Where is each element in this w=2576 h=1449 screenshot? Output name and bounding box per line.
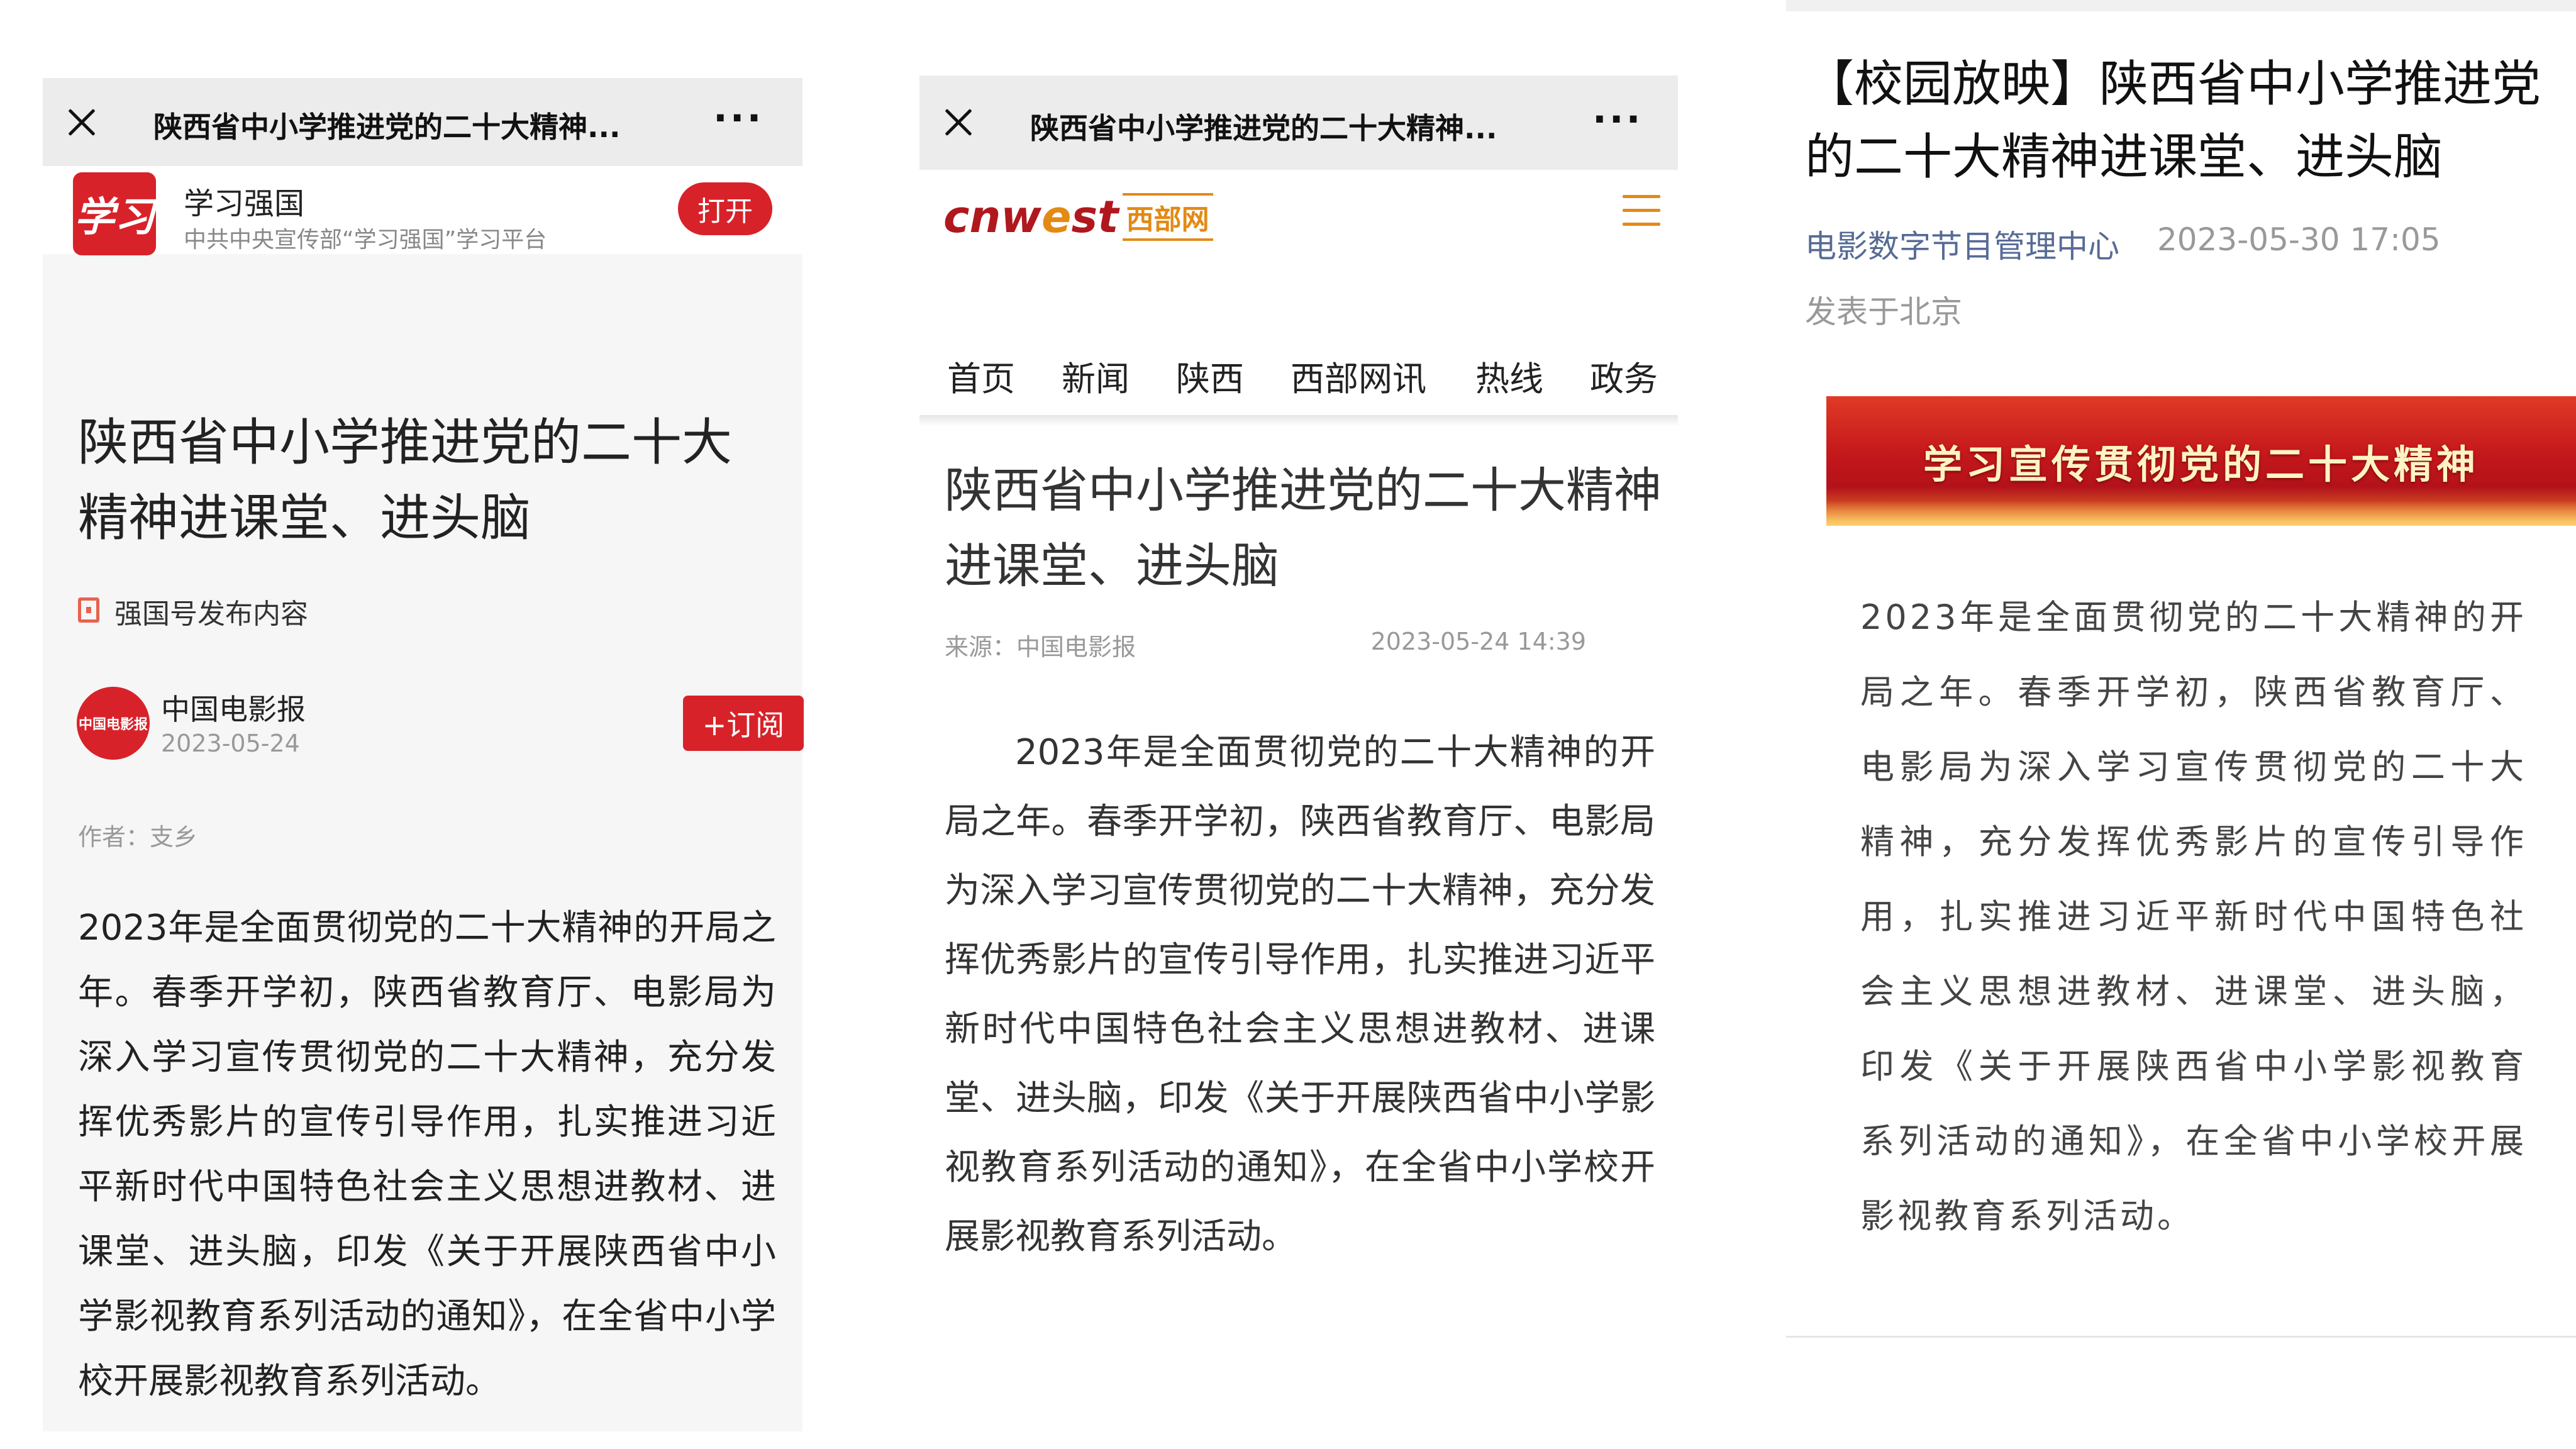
nav-bar: 首页 新闻 陕西 西部网讯 热线 政务 (919, 340, 1678, 415)
account-link[interactable]: 电影数字节目管理中心 (1805, 221, 2119, 267)
article-title: 【校园放映】陕西省中小学推进党的二十大精神进课堂、进头脑 (1805, 56, 2541, 186)
divider (1786, 1336, 2576, 1338)
xuexi-logo: 学习 (73, 172, 156, 255)
app-name: 学习强国 (184, 186, 305, 221)
nav-item-western-news[interactable]: 西部网讯 (1291, 351, 1426, 401)
logo-text: cnwest (943, 191, 1119, 243)
publisher-name[interactable]: 中国电影报 (161, 687, 306, 728)
publish-date: 2023-05-30 17:05 (2157, 221, 2441, 258)
close-icon[interactable] (945, 108, 972, 136)
menu-icon[interactable] (1623, 192, 1660, 228)
page-title: 陕西省中小学推进党的二十大精神... (1030, 111, 1497, 145)
open-app-button[interactable]: 打开 (678, 182, 772, 235)
app-subtitle: 中共中央宣传部“学习强国”学习平台 (184, 227, 547, 253)
divider (919, 415, 1678, 426)
banner-glow (1826, 501, 2576, 526)
avatar[interactable]: 中国电影报 (77, 687, 150, 760)
wechat-article-panel: 【校园放映】陕西省中小学推进党的二十大精神进课堂、进头脑 电影数字节目管理中心 … (1786, 0, 2576, 1446)
publish-date: 2023-05-24 (161, 730, 300, 757)
more-icon[interactable]: ··· (713, 99, 763, 137)
close-icon[interactable] (68, 108, 96, 136)
tag-icon (78, 597, 99, 623)
more-icon[interactable]: ··· (1592, 101, 1643, 138)
source-line: 来源：中国电影报 (945, 633, 1136, 661)
nav-item-home[interactable]: 首页 (947, 351, 1015, 401)
nav-item-shaanxi[interactable]: 陕西 (1176, 351, 1244, 401)
article-body: 2023年是全面贯彻党的二十大精神的开局之年。春季开学初，陕西省教育厅、电影局为… (945, 732, 1655, 1257)
author-line: 作者：支乡 (78, 823, 198, 851)
logo-badge: 西部网 (1122, 193, 1213, 241)
divider (1786, 0, 2576, 11)
article-body: 2023年是全面贯彻党的二十大精神的开局之年。春季开学初，陕西省教育厅、电影局为… (78, 908, 776, 1402)
article-title: 陕西省中小学推进党的二十大精神进课堂、进头脑 (945, 462, 1662, 594)
top-bar: 陕西省中小学推进党的二十大精神... ··· (43, 78, 802, 166)
xuexi-article-panel: 陕西省中小学推进党的二十大精神... ··· 学习 学习强国 中共中央宣传部“学… (43, 78, 804, 1431)
cnwest-logo[interactable]: cnwest 西部网 (943, 182, 1213, 252)
cnwest-article-panel: 陕西省中小学推进党的二十大精神... ··· cnwest 西部网 首页 新闻 … (919, 75, 1678, 1434)
content-tag: 强国号发布内容 (114, 598, 308, 630)
nav-item-hotline[interactable]: 热线 (1475, 351, 1543, 401)
publish-location: 发表于北京 (1805, 294, 1962, 330)
banner-text: 学习宣传贯彻党的二十大精神 (1923, 441, 2479, 487)
page-title: 陕西省中小学推进党的二十大精神... (153, 110, 621, 144)
article-title: 陕西省中小学推进党的二十大精神进课堂、进头脑 (78, 413, 732, 547)
top-bar: 陕西省中小学推进党的二十大精神... ··· (919, 75, 1678, 170)
nav-item-government[interactable]: 政务 (1590, 351, 1658, 401)
publish-date: 2023-05-24 14:39 (1370, 628, 1586, 655)
subscribe-button[interactable]: +订阅 (683, 696, 804, 751)
banner-image: 学习宣传贯彻党的二十大精神 (1826, 396, 2576, 526)
nav-item-news[interactable]: 新闻 (1062, 351, 1130, 401)
article-body: 2023年是全面贯彻党的二十大精神的开局之年。春季开学初，陕西省教育厅、电影局为… (1860, 597, 2527, 1236)
